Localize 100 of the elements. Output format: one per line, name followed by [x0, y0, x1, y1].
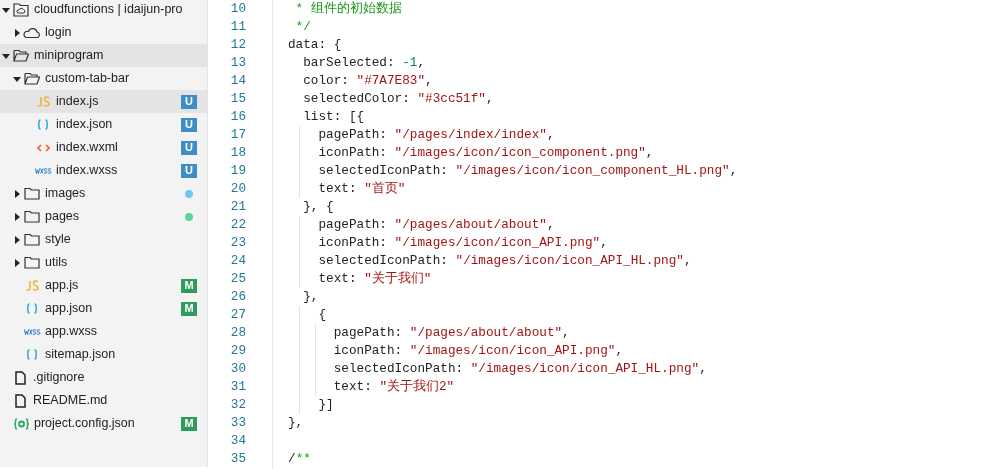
code-line: */ — [294, 20, 311, 34]
file-icon — [15, 370, 26, 385]
tree-item[interactable]: images — [0, 182, 207, 205]
line-number: 15 — [230, 92, 246, 106]
git-status-badge: M — [181, 278, 197, 293]
tree-item[interactable]: login — [0, 21, 207, 44]
line-number: 14 — [230, 74, 246, 88]
file-name: .gitignore — [33, 369, 85, 387]
tree-item[interactable]: app.wxss — [0, 320, 207, 343]
file-name: index.js — [56, 93, 99, 111]
git-status-badge: U — [181, 163, 197, 178]
line-number: 28 — [230, 326, 246, 340]
braces-icon — [26, 349, 38, 360]
tree-item[interactable]: sitemap.json — [0, 343, 207, 366]
code-line: }, — [288, 416, 304, 430]
code-line: text: "关于我们" — [317, 272, 432, 286]
line-number: 30 — [230, 362, 246, 376]
file-name: cloudfunctions | idaijun-pro — [34, 1, 183, 19]
tree-item[interactable]: index.js U — [0, 90, 207, 113]
tree-item[interactable]: app.js M — [0, 274, 207, 297]
code-line: data: { — [288, 38, 342, 52]
code-line: selectedIconPath: "/images/icon/icon_API_HL.png", — [332, 362, 707, 376]
tree-item[interactable]: index.wxml U — [0, 136, 207, 159]
line-number: 24 — [230, 254, 246, 268]
line-number: 31 — [230, 380, 246, 394]
line-number: 19 — [230, 164, 246, 178]
git-status-badge: U — [181, 117, 197, 132]
braces-icon — [37, 119, 49, 130]
caret-right-icon[interactable] — [13, 28, 21, 37]
file-name: pages — [45, 208, 80, 226]
js-file-icon — [24, 280, 40, 291]
code-line: iconPath: "/images/icon/icon_API.png", — [317, 236, 608, 250]
js-file-icon — [35, 96, 51, 107]
tree-item[interactable]: index.json U — [0, 113, 207, 136]
file-name: index.json — [56, 116, 113, 134]
code-line: * 组件的初始数据 — [294, 2, 402, 16]
file-name: login — [45, 24, 72, 42]
git-status-badge: M — [181, 301, 197, 316]
line-number: 26 — [230, 290, 246, 304]
line-number: 27 — [230, 308, 246, 322]
file-name: custom-tab-bar — [45, 70, 130, 88]
open-folder-icon — [13, 49, 29, 62]
code-line: pagePath: "/pages/about/about", — [317, 218, 555, 232]
tree-item[interactable]: project.config.json M — [0, 412, 207, 435]
code-line: text: "关于我们2" — [332, 380, 455, 394]
code-line: { — [317, 308, 327, 322]
folder-icon — [24, 256, 40, 269]
line-number: 23 — [230, 236, 246, 250]
code-line: }] — [317, 398, 334, 412]
file-name: app.wxss — [45, 323, 98, 341]
folder-icon — [24, 187, 40, 200]
line-number: 35 — [230, 452, 246, 466]
line-number: 21 — [230, 200, 246, 214]
caret-right-icon[interactable] — [13, 235, 21, 244]
git-status-badge: U — [181, 140, 197, 155]
tree-item[interactable]: utils — [0, 251, 207, 274]
braces-icon — [26, 303, 38, 314]
tree-item[interactable]: README.md — [0, 389, 207, 412]
caret-right-icon[interactable] — [13, 189, 21, 198]
code-line: pagePath: "/pages/about/about", — [332, 326, 570, 340]
code-line: }, — [302, 290, 319, 304]
tree-item[interactable]: cloudfunctions | idaijun-pro — [0, 0, 207, 21]
tree-item[interactable]: .gitignore — [0, 366, 207, 389]
git-status-badge: M — [181, 416, 197, 431]
code-line: selectedColor: "#3cc51f", — [302, 92, 494, 106]
file-name: images — [45, 185, 86, 203]
line-number: 29 — [230, 344, 246, 358]
line-number: 32 — [230, 398, 246, 412]
code-line: color: "#7A7E83", — [302, 74, 433, 88]
code-line: pagePath: "/pages/index/index", — [317, 128, 555, 142]
code-line: selectedIconPath: "/images/icon/icon_component_HL.png", — [317, 164, 738, 178]
code-line: list: [{ — [302, 110, 365, 124]
code-line: iconPath: "/images/icon/icon_API.png", — [332, 344, 624, 358]
caret-right-icon[interactable] — [13, 258, 21, 267]
caret-right-icon[interactable] — [13, 212, 21, 221]
line-number: 22 — [230, 218, 246, 232]
file-name: project.config.json — [34, 415, 135, 433]
tree-item[interactable]: index.wxss U — [0, 159, 207, 182]
file-name: sitemap.json — [45, 346, 116, 364]
file-name: utils — [45, 254, 68, 272]
tree-item[interactable]: style — [0, 228, 207, 251]
file-name: miniprogram — [34, 47, 104, 65]
tree-item[interactable]: miniprogram — [0, 44, 207, 67]
code-line: iconPath: "/images/icon/icon_component.png", — [317, 146, 654, 160]
tree-item[interactable]: app.json M — [0, 297, 207, 320]
caret-down-icon[interactable] — [2, 5, 10, 14]
style-file-icon — [34, 167, 52, 174]
git-status-badge: U — [181, 94, 197, 109]
tree-item[interactable]: custom-tab-bar — [0, 67, 207, 90]
folder-icon — [24, 210, 40, 223]
caret-down-icon[interactable] — [13, 74, 21, 83]
angle-brackets-icon — [36, 143, 50, 152]
style-file-icon — [23, 328, 41, 335]
line-number: 11 — [230, 20, 246, 34]
caret-down-icon[interactable] — [2, 51, 10, 60]
line-number: 13 — [230, 56, 246, 70]
file-name: app.json — [45, 300, 93, 318]
line-number: 20 — [230, 182, 246, 196]
tree-item[interactable]: pages — [0, 205, 207, 228]
file-name: app.js — [45, 277, 79, 295]
